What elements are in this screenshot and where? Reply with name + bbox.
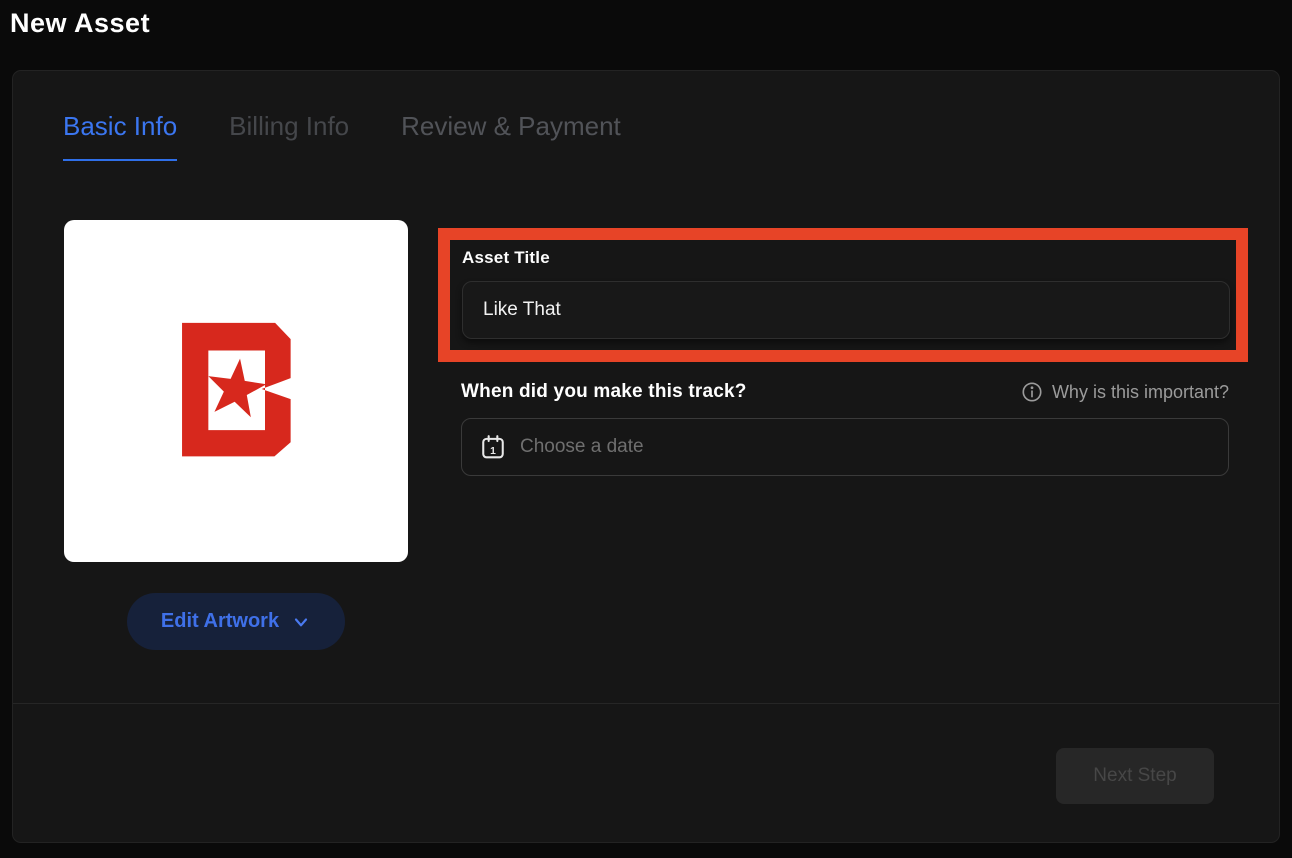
calendar-icon: 1: [480, 434, 506, 460]
artwork-preview[interactable]: [64, 220, 408, 562]
asset-title-label: Asset Title: [462, 248, 1230, 268]
track-date-label: When did you make this track?: [461, 381, 747, 403]
red-d-star-logo-icon: [120, 275, 352, 507]
artwork-column: Edit Artwork: [64, 220, 408, 650]
asset-title-input[interactable]: [462, 281, 1230, 339]
tab-basic-info[interactable]: Basic Info: [63, 111, 177, 161]
next-step-button[interactable]: Next Step: [1056, 748, 1214, 804]
track-date-section: When did you make this track? Why is thi…: [461, 381, 1229, 476]
why-important-text: Why is this important?: [1052, 382, 1229, 403]
tab-billing-info[interactable]: Billing Info: [229, 111, 349, 161]
form-column: Asset Title When did you make this track…: [438, 228, 1248, 476]
new-asset-card: Basic Info Billing Info Review & Payment…: [12, 70, 1280, 843]
page-title: New Asset: [10, 8, 150, 39]
info-icon: [1021, 381, 1043, 403]
annotation-highlight-box: Asset Title: [438, 228, 1248, 362]
chevron-down-icon: [291, 612, 311, 632]
page-header: New Asset: [10, 8, 150, 39]
edit-artwork-label: Edit Artwork: [161, 610, 279, 633]
track-date-label-row: When did you make this track? Why is thi…: [461, 381, 1229, 403]
tab-review-payment[interactable]: Review & Payment: [401, 111, 621, 161]
card-footer: Next Step: [13, 703, 1279, 842]
why-important-link[interactable]: Why is this important?: [1021, 381, 1229, 403]
svg-text:1: 1: [490, 446, 496, 457]
edit-artwork-button[interactable]: Edit Artwork: [127, 593, 345, 650]
date-picker-input[interactable]: 1 Choose a date: [461, 418, 1229, 476]
date-placeholder: Choose a date: [520, 436, 644, 458]
tab-bar: Basic Info Billing Info Review & Payment: [63, 111, 621, 161]
